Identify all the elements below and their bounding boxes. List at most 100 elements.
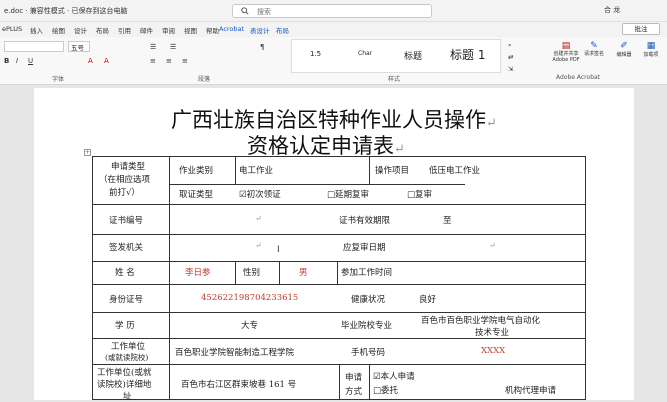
underline-button[interactable]: U: [28, 57, 33, 65]
cell-gender[interactable]: 男: [299, 266, 308, 278]
font-size-select[interactable]: 五号: [68, 41, 90, 52]
style-item-3[interactable]: 标题: [404, 49, 422, 62]
cell-education[interactable]: 大专: [241, 319, 258, 331]
comment-button[interactable]: 批注: [622, 23, 660, 35]
align-right-icon[interactable]: ≡: [182, 57, 188, 65]
bullets-icon[interactable]: ☰: [150, 43, 156, 51]
editor-icon: ✐: [620, 41, 628, 51]
cell-apply-type: 申请类型: [111, 162, 146, 172]
ribbon-tabs: ePLUS 插入 绘图 设计 布局 引用 邮件 审阅 视图 帮助 Acrobat…: [0, 22, 667, 37]
font-group-label: 字体: [52, 76, 65, 83]
cell-id-number[interactable]: 452622198704233615: [201, 293, 298, 303]
tab-layout[interactable]: 布局: [96, 25, 109, 35]
select-icon[interactable]: ⇲: [508, 65, 513, 73]
numbering-icon[interactable]: ☰: [170, 43, 176, 51]
style-item-1[interactable]: 1.5: [310, 50, 321, 58]
tab-eplus[interactable]: ePLUS: [2, 25, 22, 33]
cell-address-label: 工作单位(或就: [97, 368, 152, 378]
acrobat-group-label: Adobe Acrobat: [556, 74, 601, 81]
search-placeholder: 搜索: [257, 8, 271, 16]
tab-design[interactable]: 设计: [74, 25, 87, 35]
replace-icon[interactable]: ⇄: [508, 53, 513, 61]
cell-health[interactable]: 良好: [419, 293, 436, 305]
align-left-icon[interactable]: ≡: [150, 57, 156, 65]
find-icon[interactable]: ⌕: [508, 41, 512, 50]
cell-apply-method-label: 申请: [345, 373, 363, 383]
tab-table-design[interactable]: 表设计: [250, 25, 270, 35]
cell-address-label-3: 址: [123, 392, 132, 402]
table-rule: [369, 364, 370, 399]
addins-button[interactable]: ▦ 加载项: [640, 41, 662, 71]
style-item-4[interactable]: 标题 1: [450, 46, 485, 63]
cell-education-label: 学 历: [115, 321, 135, 331]
table-rule: [339, 364, 340, 399]
paragraph-mark: ↵: [255, 241, 262, 250]
cell-work-category[interactable]: 电工作业: [239, 164, 273, 176]
text-cursor-icon: I: [277, 245, 280, 255]
tab-review[interactable]: 审阅: [162, 25, 175, 35]
tab-mailings[interactable]: 邮件: [140, 25, 153, 35]
table-rule: [93, 338, 585, 339]
highlight-icon[interactable]: A: [88, 57, 93, 65]
cell-apply-type-note2: 前打√）: [109, 188, 140, 198]
italic-button[interactable]: I: [16, 57, 18, 65]
font-color-icon[interactable]: A: [104, 57, 109, 65]
table-rule: [235, 261, 236, 284]
request-signature-button[interactable]: ✎ 请求签名: [584, 41, 604, 71]
checkbox-first-cert[interactable]: ☑初次领证: [239, 188, 281, 200]
table-rule: [93, 204, 585, 205]
cell-apply-method-label-2: 方式: [345, 387, 363, 397]
table-rule: [169, 184, 465, 185]
tab-references[interactable]: 引用: [118, 25, 131, 35]
table-rule: [93, 312, 585, 313]
user-name[interactable]: 合 龙: [604, 5, 620, 15]
cell-employer-label: 工作单位: [111, 342, 146, 352]
cell-gender-label: 性别: [243, 268, 261, 278]
tab-help[interactable]: 帮助: [206, 25, 219, 35]
show-marks-icon[interactable]: ¶: [260, 43, 264, 51]
cell-issuer-label: 签发机关: [109, 243, 144, 253]
cell-employer-label-2: (或就读院校): [105, 353, 149, 362]
styles-group-label: 样式: [388, 76, 401, 83]
paragraph-mark: ↵: [489, 241, 496, 250]
checkbox-extend-review[interactable]: □延期复审: [327, 188, 369, 200]
table-rule: [369, 157, 370, 184]
style-item-2[interactable]: Char: [358, 50, 372, 57]
font-name-select[interactable]: [4, 41, 64, 52]
cell-cert-valid-to: 至: [443, 216, 452, 226]
checkbox-self-apply[interactable]: ☑本人申请: [373, 370, 415, 382]
cell-school-major[interactable]: 百色市百色职业学院电气自动化: [421, 314, 540, 326]
cell-operation-item-label: 操作项目: [375, 166, 410, 176]
signature-icon: ✎: [590, 41, 598, 51]
tab-insert[interactable]: 插入: [30, 25, 43, 35]
create-pdf-button[interactable]: ▤ 创建并共享 Adobe PDF: [552, 41, 580, 71]
application-table: 申请类型 （在相应选项 前打√） 作业类别 电工作业 操作项目 低压电工作业 取…: [92, 156, 586, 402]
tab-draw[interactable]: 绘图: [52, 25, 65, 35]
cell-address[interactable]: 百色市右江区群束坡巷 161 号: [181, 378, 296, 390]
editor-button[interactable]: ✐ 编辑器: [614, 41, 634, 71]
cell-school-major-2[interactable]: 技术专业: [475, 326, 509, 338]
tab-acrobat[interactable]: Acrobat: [219, 25, 244, 33]
cell-phone[interactable]: XXXX: [481, 346, 505, 356]
cell-cert-valid-label: 证书有效期限: [339, 216, 391, 226]
cell-name[interactable]: 李日参: [185, 266, 211, 278]
search-box[interactable]: 搜索: [232, 4, 432, 18]
cell-id-label: 身份证号: [109, 295, 144, 305]
cell-name-label: 姓 名: [115, 268, 135, 278]
tab-view[interactable]: 视图: [184, 25, 197, 35]
table-rule: [279, 261, 280, 284]
checkbox-review[interactable]: □复审: [407, 188, 432, 200]
table-rule: [93, 234, 585, 235]
align-center-icon[interactable]: ≡: [166, 57, 172, 65]
table-move-handle[interactable]: +: [84, 149, 91, 156]
cell-cert-no-label: 证书编号: [109, 216, 144, 226]
cell-work-start-label: 参加工作时间: [341, 268, 393, 278]
checkbox-entrust[interactable]: □委托: [373, 384, 398, 396]
bold-button[interactable]: B: [4, 57, 9, 65]
cell-employer[interactable]: 百色职业学院智能制造工程学院: [175, 346, 294, 358]
paragraph-group-label: 段落: [198, 76, 211, 83]
cell-work-category-label: 作业类别: [179, 166, 214, 176]
tab-table-layout[interactable]: 布局: [276, 25, 289, 35]
cell-operation-item[interactable]: 低压电工作业: [429, 164, 480, 176]
cell-health-label: 健康状况: [351, 295, 386, 305]
